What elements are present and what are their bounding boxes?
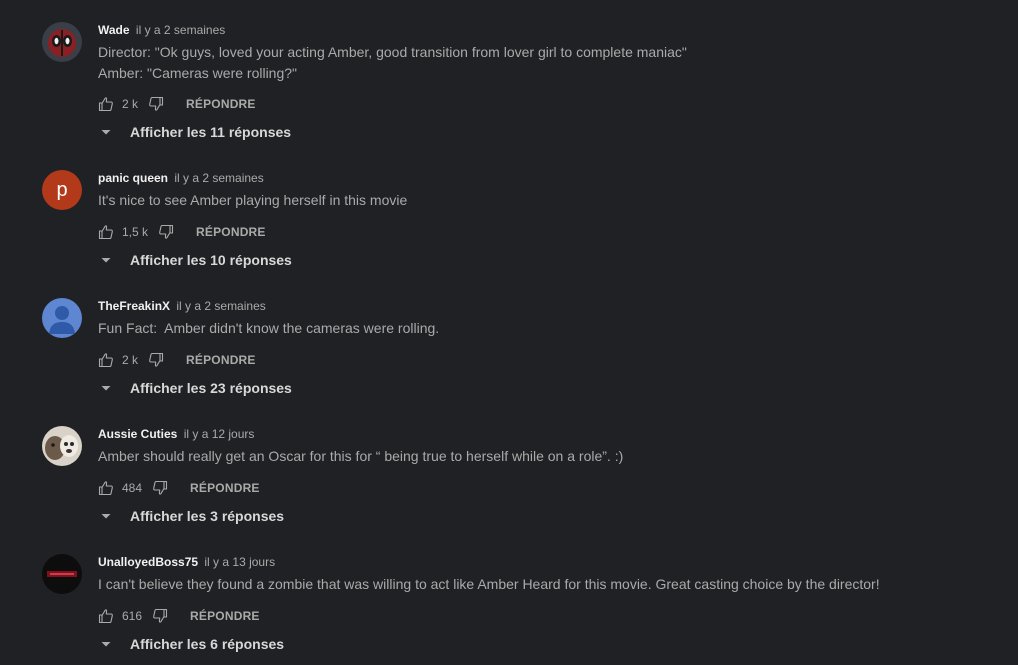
reply-button[interactable]: RÉPONDRE bbox=[190, 481, 260, 495]
dog-photo-avatar-image bbox=[42, 426, 82, 466]
reply-button[interactable]: RÉPONDRE bbox=[186, 353, 256, 367]
thumb-up-icon[interactable] bbox=[98, 608, 114, 624]
comment-text-line: I can't believe they found a zombie that… bbox=[98, 576, 880, 592]
thumb-up-icon[interactable] bbox=[98, 352, 114, 368]
thumb-down-icon[interactable] bbox=[152, 480, 168, 496]
deadpool-avatar-image bbox=[42, 22, 82, 62]
caret-down-icon bbox=[99, 381, 113, 395]
like-count: 1,5 k bbox=[122, 225, 149, 239]
caret-down-icon bbox=[99, 253, 113, 267]
author-name[interactable]: TheFreakinX bbox=[98, 299, 170, 313]
reply-button[interactable]: RÉPONDRE bbox=[190, 609, 260, 623]
comment-actions: 1,5 k RÉPONDRE bbox=[98, 222, 266, 242]
thumb-down-icon[interactable] bbox=[148, 96, 164, 112]
thumb-up-icon[interactable] bbox=[98, 480, 114, 496]
comment-text-line: Amber: "Cameras were rolling?" bbox=[98, 65, 298, 81]
thumb-down-icon[interactable] bbox=[158, 224, 174, 240]
author-name[interactable]: UnalloyedBoss75 bbox=[98, 555, 198, 569]
caret-down-icon bbox=[99, 509, 113, 523]
comment: TheFreakinX il y a 2 semaines Fun Fact: … bbox=[0, 298, 1018, 426]
comment-text-line: Fun Fact: Amber didn't know the cameras … bbox=[98, 320, 440, 336]
comment-actions: 616 RÉPONDRE bbox=[98, 606, 260, 626]
show-replies-label: Afficher les 3 réponses bbox=[130, 508, 285, 524]
comment-header: UnalloyedBoss75 il y a 13 jours bbox=[98, 554, 275, 570]
comment-time[interactable]: il y a 12 jours bbox=[184, 427, 255, 441]
author-name[interactable]: Aussie Cuties bbox=[98, 427, 177, 441]
comment-text-line: Director: "Ok guys, loved your acting Am… bbox=[98, 44, 687, 60]
dark-logo-avatar-image bbox=[42, 554, 82, 594]
comment: UnalloyedBoss75 il y a 13 jours I can't … bbox=[0, 554, 1018, 665]
show-replies-button[interactable]: Afficher les 23 réponses bbox=[99, 377, 292, 399]
show-replies-label: Afficher les 23 réponses bbox=[130, 380, 292, 396]
like-count: 616 bbox=[122, 609, 143, 623]
avatar[interactable] bbox=[42, 22, 82, 62]
comment: Aussie Cuties il y a 12 jours Amber shou… bbox=[0, 426, 1018, 554]
like-count: 484 bbox=[122, 481, 143, 495]
caret-down-icon bbox=[99, 125, 113, 139]
comments-section: Wade il y a 2 semaines Director: "Ok guy… bbox=[0, 0, 1018, 665]
comment-text: Amber should really get an Oscar for thi… bbox=[98, 446, 623, 467]
show-replies-button[interactable]: Afficher les 11 réponses bbox=[99, 121, 291, 143]
show-replies-label: Afficher les 6 réponses bbox=[130, 636, 285, 652]
comment-text: It's nice to see Amber playing herself i… bbox=[98, 190, 407, 211]
comment-text: I can't believe they found a zombie that… bbox=[98, 574, 880, 595]
reply-button[interactable]: RÉPONDRE bbox=[196, 225, 266, 239]
comment-time[interactable]: il y a 2 semaines bbox=[176, 299, 265, 313]
show-replies-button[interactable]: Afficher les 3 réponses bbox=[99, 505, 284, 527]
default-person-avatar-image bbox=[42, 298, 82, 338]
comment-time[interactable]: il y a 2 semaines bbox=[174, 171, 263, 185]
thumb-down-icon[interactable] bbox=[152, 608, 168, 624]
author-name[interactable]: panic queen bbox=[98, 171, 168, 185]
thumb-up-icon[interactable] bbox=[98, 96, 114, 112]
comment-header: panic queen il y a 2 semaines bbox=[98, 170, 264, 186]
avatar[interactable] bbox=[42, 554, 82, 594]
comment-text-line: Amber should really get an Oscar for thi… bbox=[98, 448, 624, 464]
comment-text: Fun Fact: Amber didn't know the cameras … bbox=[98, 318, 439, 339]
avatar-letter: p bbox=[56, 179, 68, 201]
comment-actions: 484 RÉPONDRE bbox=[98, 478, 260, 498]
comment-time[interactable]: il y a 2 semaines bbox=[136, 23, 225, 37]
like-count: 2 k bbox=[122, 353, 139, 367]
comment-actions: 2 k RÉPONDRE bbox=[98, 94, 256, 114]
avatar[interactable] bbox=[42, 298, 82, 338]
avatar[interactable]: p bbox=[42, 170, 82, 210]
show-replies-button[interactable]: Afficher les 10 réponses bbox=[99, 249, 292, 271]
comment-text-line: It's nice to see Amber playing herself i… bbox=[98, 192, 408, 208]
reply-button[interactable]: RÉPONDRE bbox=[186, 97, 256, 111]
like-count: 2 k bbox=[122, 97, 139, 111]
show-replies-button[interactable]: Afficher les 6 réponses bbox=[99, 633, 284, 655]
comment-text: Director: "Ok guys, loved your acting Am… bbox=[98, 42, 687, 84]
comment: p panic queen il y a 2 semaines It's nic… bbox=[0, 170, 1018, 298]
avatar[interactable] bbox=[42, 426, 82, 466]
thumb-up-icon[interactable] bbox=[98, 224, 114, 240]
author-name[interactable]: Wade bbox=[98, 23, 130, 37]
comment-header: TheFreakinX il y a 2 semaines bbox=[98, 298, 266, 314]
caret-down-icon bbox=[99, 637, 113, 651]
comment-actions: 2 k RÉPONDRE bbox=[98, 350, 256, 370]
comment: Wade il y a 2 semaines Director: "Ok guy… bbox=[0, 22, 1018, 150]
comment-header: Wade il y a 2 semaines bbox=[98, 22, 225, 38]
thumb-down-icon[interactable] bbox=[148, 352, 164, 368]
show-replies-label: Afficher les 11 réponses bbox=[130, 124, 292, 140]
show-replies-label: Afficher les 10 réponses bbox=[130, 252, 292, 268]
comment-header: Aussie Cuties il y a 12 jours bbox=[98, 426, 254, 442]
comment-time[interactable]: il y a 13 jours bbox=[204, 555, 275, 569]
